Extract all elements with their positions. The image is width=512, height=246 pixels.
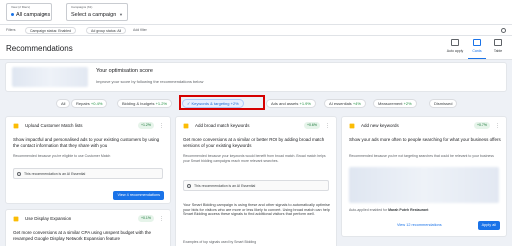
view-recommendations-button[interactable]: View 4 recommendations <box>113 191 164 200</box>
recommendation-card-broad-match: Add broad match keywords +0.6% ⋮ Get mor… <box>176 117 336 246</box>
smart-bidding-explainer: Your Smart Bidding campaign is using the… <box>183 203 330 216</box>
title-bar: Recommendations Auto apply Cards Table <box>0 36 512 60</box>
view-recommendations-link[interactable]: View 12 recommendations <box>397 223 442 227</box>
card-title: Add new keywords <box>361 123 399 128</box>
more-options-icon[interactable]: ⋮ <box>325 123 330 129</box>
cards-icon <box>473 39 481 46</box>
ai-essential-notice: This recommendation is an AI Essential <box>183 180 329 191</box>
auto-apply-icon <box>451 39 459 46</box>
recommendation-card-customer-match: Upload Customer Match lists +1.2% ⋮ Show… <box>6 117 170 203</box>
score-uplift-badge: +0.6% <box>303 122 320 129</box>
recommendation-card-display-expansion: Use Display Expansion +0.1% ⋮ Get more c… <box>6 210 170 246</box>
keyword-preview <box>349 167 499 203</box>
score-uplift-badge: +1.2% <box>137 122 154 129</box>
ai-essential-text: This recommendation is an AI Essential <box>24 172 86 176</box>
campaigns-caption: Campaigns (61) <box>71 5 93 9</box>
card-description: Show impactful and personalised ads to y… <box>13 137 160 148</box>
add-filter-button[interactable]: Add filter <box>133 28 147 32</box>
card-description: Get more conversions at a similar or bet… <box>183 137 325 148</box>
recommendation-card-new-keywords: Add new keywords +0.7% ⋮ Show your ads m… <box>342 117 506 236</box>
more-options-icon[interactable]: ⋮ <box>159 123 164 129</box>
keyword-icon <box>349 123 355 129</box>
search-icon[interactable] <box>501 28 506 33</box>
keyword-icon <box>183 123 189 129</box>
score-uplift-badge: +0.1% <box>137 215 154 222</box>
filters-label: Filters <box>6 28 16 32</box>
card-title: Use Display Expansion <box>25 216 72 221</box>
card-description: Get more conversions at a similar CPA us… <box>13 230 151 241</box>
table-label: Table <box>493 49 503 53</box>
page-title: Recommendations <box>6 44 73 53</box>
campaign-selector[interactable]: Campaigns (61) Select a campaign ▼ <box>66 3 128 21</box>
info-icon <box>17 172 21 176</box>
tab-dismissed[interactable]: Dismissed <box>429 99 458 108</box>
card-title: Upload Customer Match lists <box>25 123 83 128</box>
score-subtitle: Improve your score by following the reco… <box>96 79 204 84</box>
card-reason: Recommended because you're eligible to u… <box>13 154 111 158</box>
campaign-icon <box>11 13 14 17</box>
chevron-down-icon: ▼ <box>119 12 123 17</box>
top-bar: View (2 filters) All campaigns ▼ Campaig… <box>0 0 512 25</box>
tab-all[interactable]: All <box>56 99 71 108</box>
tab-ai-essentials[interactable]: AI essentials +4% <box>324 99 366 108</box>
more-options-icon[interactable]: ⋮ <box>159 216 164 222</box>
upload-icon <box>13 123 19 129</box>
card-reason: Recommended because you're not targeting… <box>349 154 494 158</box>
apply-all-button[interactable]: Apply all <box>477 221 500 230</box>
tab-measurement[interactable]: Measurement +2% <box>373 99 417 108</box>
score-uplift-badge: +0.7% <box>473 122 490 129</box>
more-options-icon[interactable]: ⋮ <box>495 123 500 129</box>
card-description: Show your ads more often to people searc… <box>349 137 501 142</box>
campaigns-value: Select a campaign <box>71 12 117 18</box>
view-caption: View (2 filters) <box>11 5 30 9</box>
score-graphic <box>12 67 88 87</box>
ai-essential-notice: This recommendation is an AI Essential <box>13 168 163 179</box>
optimisation-score-card: Your optimisation score Improve your sco… <box>6 63 506 91</box>
tab-ads-assets[interactable]: Ads and assets +1.9% <box>266 99 316 108</box>
cards-view-button[interactable]: Cards <box>466 39 488 59</box>
tab-repairs[interactable]: Repairs +0.4% <box>71 99 108 108</box>
card-reason: Recommended because your keywords would … <box>183 154 326 163</box>
auto-apply-label: Auto apply <box>446 49 464 53</box>
auto-apply-button[interactable]: Auto apply <box>444 39 466 53</box>
info-icon <box>187 184 191 188</box>
auto-applied-status: Auto-applied enabled for Marah Puteh Res… <box>349 208 429 212</box>
cards-label: Cards <box>472 49 482 53</box>
filter-chip-ad-group-status[interactable]: Ad group status: All <box>86 27 127 34</box>
filter-bar: Filters Campaign status: Enabled Ad grou… <box>0 25 512 36</box>
score-title: Your optimisation score <box>96 68 153 74</box>
signals-caption: Examples of top signals used by Smart Bi… <box>183 240 257 244</box>
view-selector[interactable]: View (2 filters) All campaigns ▼ <box>6 3 52 21</box>
card-title: Add broad match keywords <box>195 123 250 128</box>
tab-bidding-budgets[interactable]: Bidding & budgets +1.2% <box>117 99 173 108</box>
display-icon <box>13 216 19 222</box>
filter-chip-campaign-status[interactable]: Campaign status: Enabled <box>25 27 77 34</box>
highlight-box <box>179 95 265 110</box>
chevron-down-icon: ▼ <box>43 12 47 17</box>
ai-essential-text: This recommendation is an AI Essential <box>194 184 256 188</box>
table-icon <box>494 39 502 46</box>
table-view-button[interactable]: Table <box>487 39 509 53</box>
